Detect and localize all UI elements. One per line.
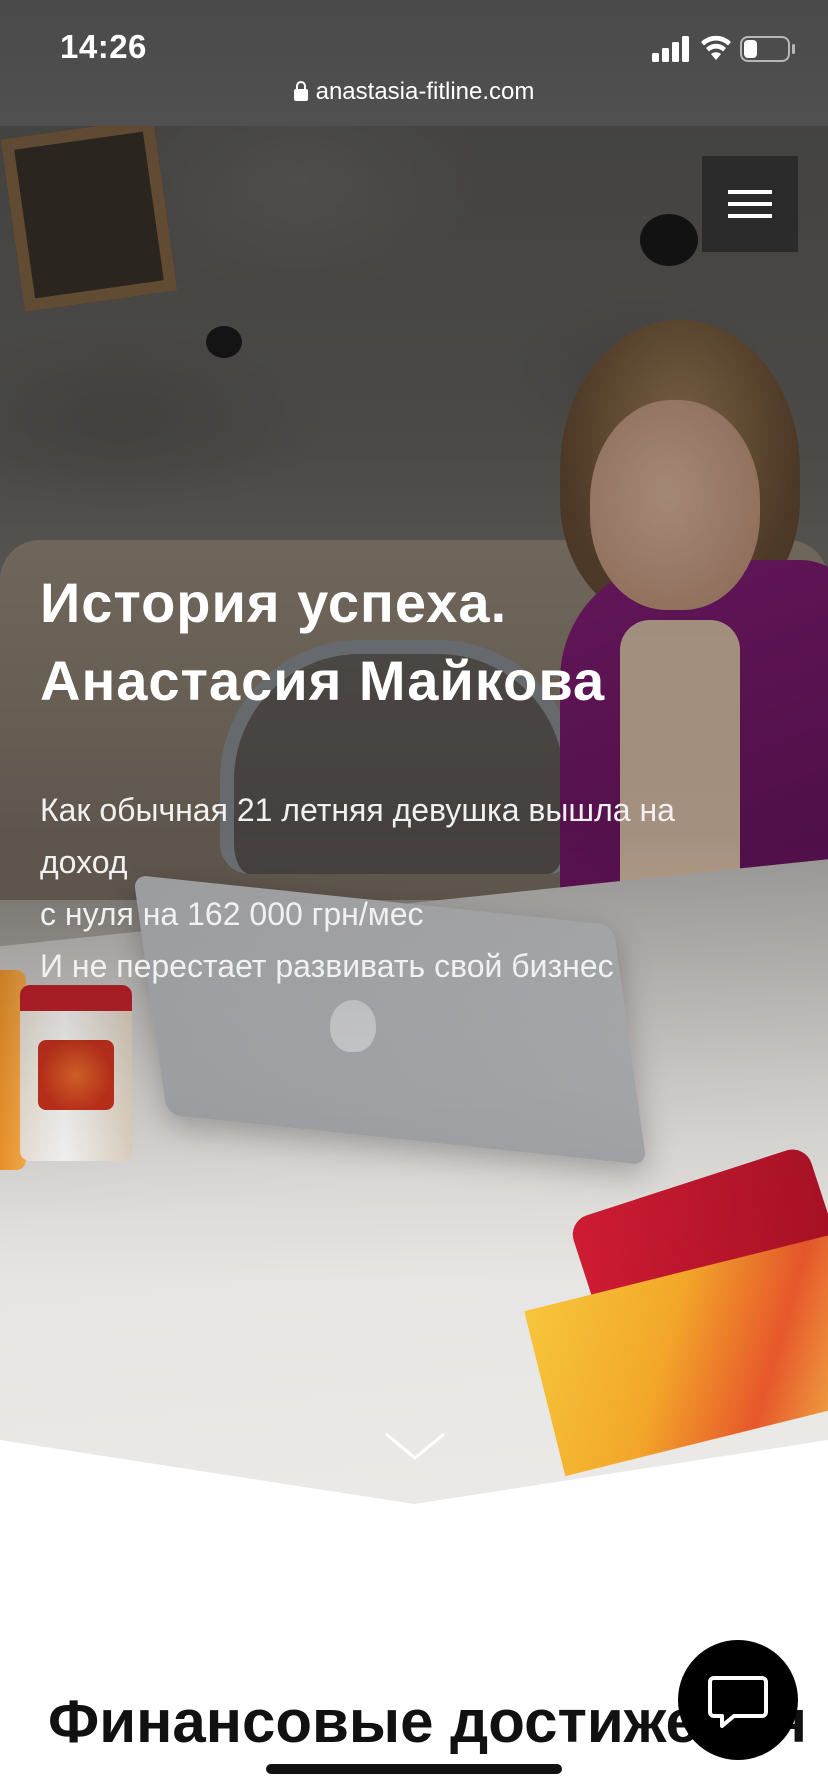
hero-title-line: Анастасия Майкова <box>40 649 606 712</box>
address-bar[interactable]: anastasia-fitline.com <box>0 78 828 106</box>
home-indicator <box>266 1764 562 1774</box>
cellular-signal-icon <box>652 36 689 62</box>
status-bar: 14:26 anastasia-fitline.com <box>0 0 828 126</box>
screen: 14:26 anastasia-fitline.com История успе… <box>0 0 828 1792</box>
hero-description: Как обычная 21 летняя девушка вышла на д… <box>40 784 800 992</box>
hero-title: История успеха. Анастасия Майкова <box>40 564 800 720</box>
hero-desc-line: И не перестает развивать свой бизнес <box>40 948 614 984</box>
battery-icon <box>740 36 795 62</box>
hero-desc-line: доход <box>40 844 128 880</box>
menu-button[interactable] <box>702 156 798 252</box>
hero-desc-line: с нуля на 162 000 грн/мес <box>40 896 424 932</box>
chat-bubble-icon <box>708 1676 768 1728</box>
status-time: 14:26 <box>60 28 147 65</box>
wifi-icon <box>701 35 731 60</box>
chevron-down-icon[interactable] <box>380 1426 450 1466</box>
url-text: anastasia-fitline.com <box>315 78 535 105</box>
hero-title-line: История успеха. <box>40 571 508 634</box>
hero-desc-line: Как обычная 21 летняя девушка вышла на <box>40 792 675 828</box>
lock-icon <box>293 81 308 101</box>
chat-button[interactable] <box>678 1640 798 1760</box>
